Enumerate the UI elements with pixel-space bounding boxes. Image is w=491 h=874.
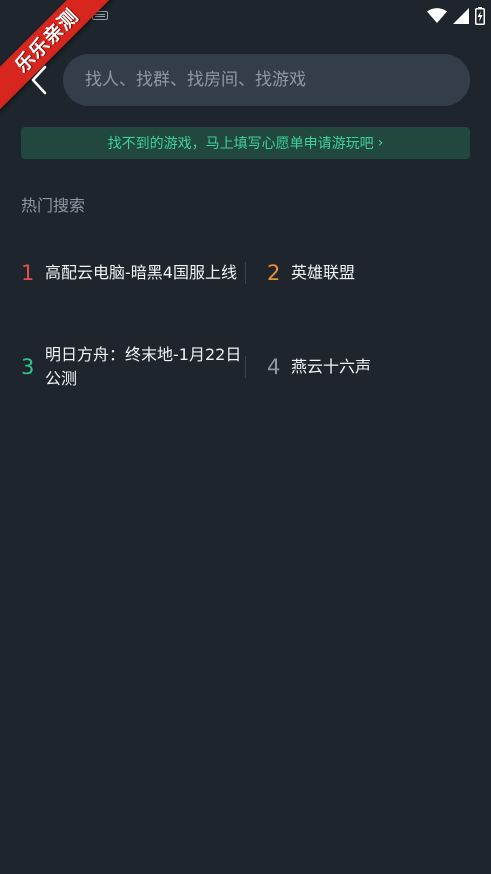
hot-search-name: 明日方舟：终末地-1月22日公测: [45, 345, 242, 388]
hot-search-name: 英雄联盟: [291, 263, 356, 282]
hot-search-item-1[interactable]: 1 高配云电脑-暗黑4国服上线: [21, 261, 246, 285]
search-input[interactable]: [83, 69, 450, 91]
hot-search-item-2[interactable]: 2 英雄联盟: [246, 261, 355, 285]
hot-search-list: 1 高配云电脑-暗黑4国服上线 2 英雄联盟 3 明日方舟：终末地-1月22日公…: [21, 240, 470, 428]
back-button[interactable]: [24, 60, 54, 100]
chevron-left-icon: [31, 65, 47, 95]
hot-search-item-3[interactable]: 3 明日方舟：终末地-1月22日公测: [21, 345, 246, 388]
hot-search-row: 3 明日方舟：终末地-1月22日公测 4 燕云十六声: [21, 334, 470, 400]
hot-search-row: 1 高配云电脑-暗黑4国服上线 2 英雄联盟: [21, 240, 470, 306]
hot-search-name: 燕云十六声: [291, 357, 372, 376]
wishlist-banner[interactable]: 找不到的游戏，马上填写心愿单申请游玩吧 ›: [21, 127, 470, 159]
hot-search-item-4[interactable]: 4 燕云十六声: [246, 355, 371, 379]
status-bar: [0, 0, 491, 32]
wifi-icon: [427, 8, 447, 23]
rank-number: 4: [267, 355, 281, 379]
hot-search-name: 高配云电脑-暗黑4国服上线: [45, 263, 237, 282]
search-box[interactable]: [63, 54, 470, 106]
chevron-right-icon: ›: [377, 135, 384, 151]
keyboard-icon: [92, 11, 108, 20]
system-icons: [427, 6, 485, 26]
rank-number: 1: [21, 261, 35, 285]
hot-search-title: 热门搜索: [21, 196, 86, 215]
rank-number: 3: [21, 355, 35, 379]
signal-icon: [453, 8, 469, 24]
wishlist-banner-text: 找不到的游戏，马上填写心愿单申请游玩吧: [107, 136, 374, 152]
rank-number: 2: [267, 261, 281, 285]
battery-icon: [475, 7, 485, 25]
